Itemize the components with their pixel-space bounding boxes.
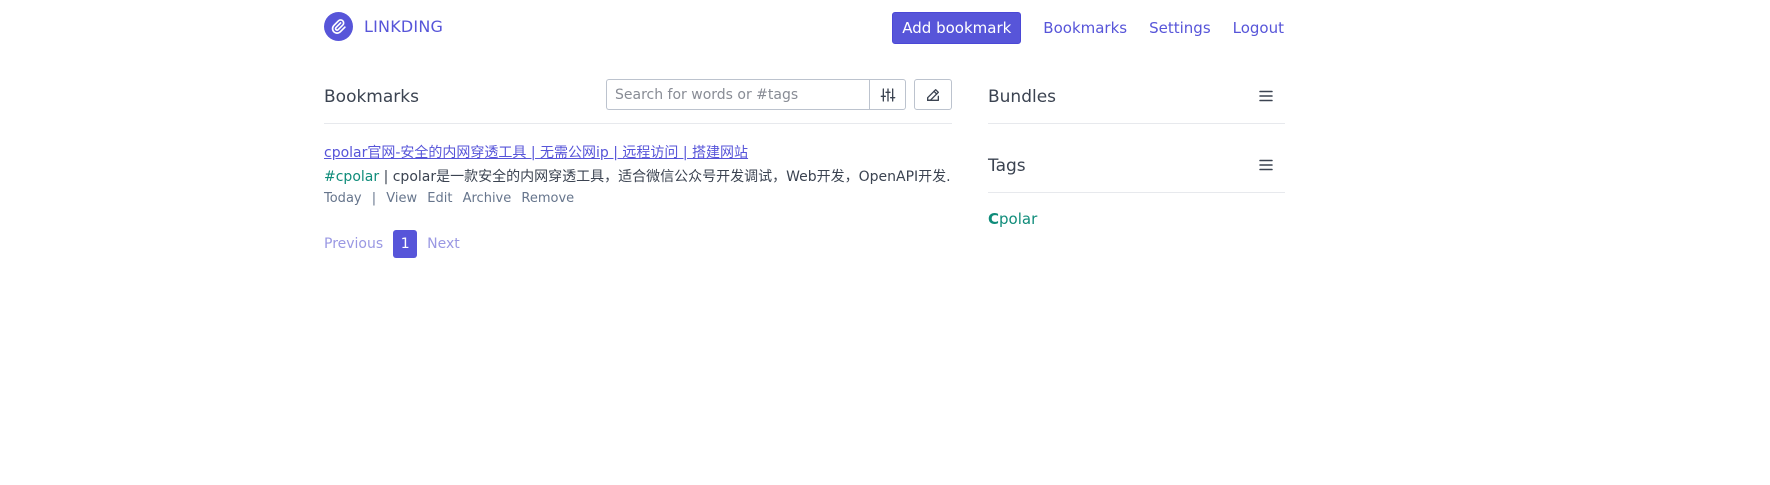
actions-separator: | — [371, 191, 377, 206]
bookmark-item: cpolar官网-安全的内网穿透工具 | 无需公网ip | 远程访问 | 搭建网… — [324, 142, 952, 206]
bulk-edit-button[interactable] — [914, 79, 952, 110]
edit-action[interactable]: Edit — [427, 191, 452, 206]
tags-header: Tags — [988, 148, 1285, 193]
archive-action[interactable]: Archive — [463, 191, 512, 206]
top-nav: Add bookmark Bookmarks Settings Logout — [892, 12, 1284, 44]
sidebar: Bundles Tags Cpolar — [988, 79, 1285, 228]
bookmarks-title: Bookmarks — [324, 87, 419, 107]
bookmarks-header: Bookmarks — [324, 79, 952, 124]
bookmark-title-link[interactable]: cpolar官网-安全的内网穿透工具 | 无需公网ip | 远程访问 | 搭建网… — [324, 142, 748, 162]
current-page[interactable]: 1 — [393, 230, 418, 258]
description-separator: | — [383, 169, 389, 185]
search-input[interactable] — [606, 79, 869, 110]
previous-page-link[interactable]: Previous — [324, 236, 383, 252]
tags-title: Tags — [988, 156, 1026, 176]
add-bookmark-button[interactable]: Add bookmark — [892, 12, 1022, 44]
nav-bookmarks[interactable]: Bookmarks — [1043, 19, 1127, 37]
bookmark-description-row: #cpolar | cpolar是一款安全的内网穿透工具，适合微信公众号开发调试… — [324, 166, 952, 186]
tag-name-rest: polar — [999, 210, 1038, 228]
bookmark-description: cpolar是一款安全的内网穿透工具，适合微信公众号开发调试，Web开发，Ope… — [392, 169, 952, 185]
bookmark-tag-link[interactable]: #cpolar — [324, 169, 379, 185]
nav-settings[interactable]: Settings — [1149, 19, 1211, 37]
pagination: Previous 1 Next — [324, 230, 952, 258]
sliders-icon — [880, 87, 895, 102]
header: LINKDING Add bookmark Bookmarks Settings… — [324, 12, 1284, 44]
pencil-icon — [927, 88, 939, 101]
paperclip-icon — [324, 12, 353, 41]
menu-icon — [1259, 159, 1273, 171]
remove-action[interactable]: Remove — [521, 191, 574, 206]
tags-menu-button[interactable] — [1255, 154, 1277, 176]
menu-icon — [1259, 90, 1273, 102]
brand-name: LINKDING — [364, 17, 444, 36]
bookmarks-section: Bookmarks cpolar官网-安全的内网穿透工具 | 无需公网ip | … — [324, 79, 952, 258]
nav-logout[interactable]: Logout — [1233, 19, 1284, 37]
tag-cpolar[interactable]: Cpolar — [988, 210, 1037, 228]
search-group — [606, 79, 906, 110]
view-action[interactable]: View — [386, 191, 417, 206]
bookmark-date: Today — [324, 191, 362, 206]
bundles-menu-button[interactable] — [1255, 85, 1277, 107]
bundles-header: Bundles — [988, 79, 1285, 124]
tag-cloud: Cpolar — [988, 210, 1285, 228]
tag-group-letter: C — [988, 210, 1000, 228]
bundles-title: Bundles — [988, 87, 1057, 107]
logo[interactable]: LINKDING — [324, 12, 443, 41]
bookmark-actions: Today | View Edit Archive Remove — [324, 191, 952, 206]
search-options-button[interactable] — [869, 79, 906, 110]
next-page-link[interactable]: Next — [427, 236, 460, 252]
